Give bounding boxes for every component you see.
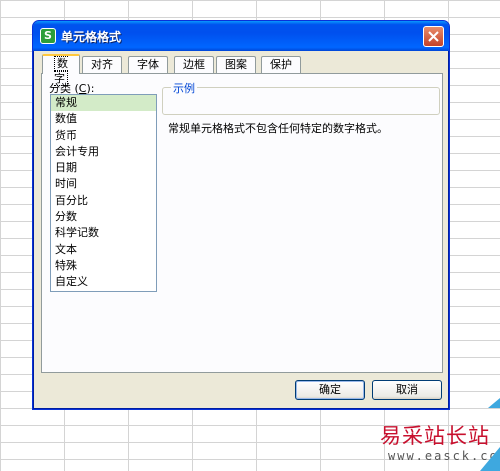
format-description: 常规单元格格式不包含任何特定的数字格式。: [168, 122, 388, 135]
category-item[interactable]: 百分比: [51, 193, 156, 209]
category-item[interactable]: 数值: [51, 111, 156, 127]
category-item[interactable]: 特殊: [51, 258, 156, 274]
tab-font[interactable]: 字体: [128, 56, 168, 73]
sample-title: 示例: [171, 80, 197, 96]
category-item[interactable]: 货币: [51, 128, 156, 144]
tab-pattern[interactable]: 图案: [216, 56, 256, 73]
wps-app-icon: S: [40, 28, 56, 44]
tab-protection[interactable]: 保护: [261, 56, 301, 73]
category-item[interactable]: 时间: [51, 176, 156, 192]
cancel-button[interactable]: 取消: [372, 380, 442, 400]
category-item[interactable]: 科学记数: [51, 225, 156, 241]
close-x-icon: [428, 31, 439, 42]
sample-group: 示例: [162, 80, 440, 115]
category-item[interactable]: 常规: [51, 95, 156, 112]
tab-panel-number: 分类 (C): 常规 数值 货币 会计专用 日期 时间 百分比 分数 科学记数 …: [41, 73, 443, 373]
category-list[interactable]: 常规 数值 货币 会计专用 日期 时间 百分比 分数 科学记数 文本 特殊 自定…: [50, 94, 157, 292]
tab-alignment[interactable]: 对齐: [82, 56, 122, 73]
ok-button[interactable]: 确定: [295, 380, 365, 400]
dialog-titlebar[interactable]: S 单元格格式: [33, 21, 449, 51]
watermark-decoration: [488, 398, 500, 408]
category-item[interactable]: 日期: [51, 160, 156, 176]
format-cells-dialog: S 单元格格式 数字 对齐 字体 边框 图案 保护 分类 (C): 常规 数值 …: [32, 20, 450, 410]
watermark-text: 易采站长站: [380, 424, 490, 448]
watermark-decoration: [480, 447, 500, 471]
category-item[interactable]: 分数: [51, 209, 156, 225]
category-item[interactable]: 自定义: [51, 274, 156, 290]
close-button[interactable]: [423, 26, 444, 47]
category-item[interactable]: 文本: [51, 242, 156, 258]
dialog-title: 单元格格式: [61, 30, 122, 44]
tab-border[interactable]: 边框: [174, 56, 214, 73]
tab-number[interactable]: 数字: [42, 54, 80, 86]
category-item[interactable]: 会计专用: [51, 144, 156, 160]
